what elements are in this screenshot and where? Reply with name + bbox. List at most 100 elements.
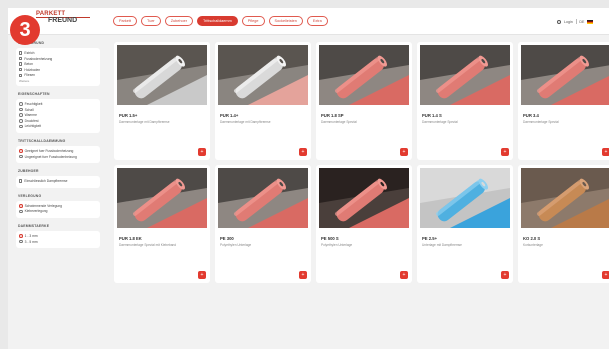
product-description: Daemmunterlage mit Dampfbremse [119,120,170,124]
filter-radio[interactable] [19,209,23,214]
filter-radio[interactable] [19,234,23,238]
filter-option[interactable]: Einschliesslich Dampfbremse [19,179,97,183]
product-image[interactable] [117,45,207,105]
add-to-cart-button[interactable]: + [299,271,307,279]
add-to-cart-button[interactable]: + [602,271,609,279]
product-name[interactable]: PUR 1.5+ [119,113,137,118]
add-to-cart-button[interactable]: + [299,148,307,156]
product-name[interactable]: PUR 3.4 [523,113,539,118]
product-card[interactable]: PUR 1.8 EK Daemmunterlage Spezial mit Kle… [114,165,210,283]
product-description: Daemmunterlage Spezial [422,120,458,124]
product-image[interactable] [521,45,609,105]
filter-option[interactable]: Druckfest [19,119,97,123]
filter-checkbox[interactable] [19,62,23,66]
filter-checkbox[interactable] [19,73,23,78]
show-more-link[interactable]: Weitere [19,79,97,83]
filter-checkbox[interactable] [19,56,23,61]
product-image[interactable] [420,168,510,228]
product-name[interactable]: PUR 1.8 SP [321,113,344,118]
product-image[interactable] [319,168,409,228]
nav-tab-extra[interactable]: Extra [306,16,328,26]
product-card[interactable]: PUR 1.4+ Daemmunterlage mit Dampfbremse + [215,42,311,160]
product-card[interactable]: PE 500 S Polyethylen Unterlage + [316,165,412,283]
filter-option[interactable]: 3 - 5 mm [19,240,97,244]
product-image[interactable] [117,168,207,228]
filter-option[interactable]: Fussbodenheizung [19,57,97,61]
login-link[interactable]: Login [564,20,573,24]
add-to-cart-button[interactable]: + [198,271,206,279]
product-image[interactable] [420,45,510,105]
product-card[interactable]: PE 2.5+ Unterlage mit Dampfbremse + [417,165,513,283]
header-account-area: Login DE [557,19,594,24]
filter-option[interactable]: Schall [19,108,97,112]
flag-de-icon[interactable] [587,19,594,24]
filter-option[interactable]: Leichtigkeit [19,124,97,128]
filter-option-label: Leichtigkeit [24,124,42,129]
filter-radio[interactable] [19,102,23,106]
nav-tab-parkett[interactable]: Parkett [113,16,138,26]
product-photo [117,45,207,105]
filter-checkbox[interactable] [19,179,23,183]
filter-option-label: Holzboden [24,67,41,72]
product-name[interactable]: PUR 1.8 EK [119,236,142,241]
product-card[interactable]: PUR 1.5+ Daemmunterlage mit Dampfbremse + [114,42,210,160]
add-to-cart-button[interactable]: + [602,148,609,156]
logo-text-bottom: FREUND [48,17,78,24]
filter-radio[interactable] [19,124,23,129]
add-to-cart-button[interactable]: + [198,148,206,156]
add-to-cart-button[interactable]: + [400,148,408,156]
add-to-cart-button[interactable]: + [501,148,509,156]
filter-radio[interactable] [19,113,23,117]
product-name[interactable]: PUR 1.4 S [422,113,442,118]
product-image[interactable] [319,45,409,105]
product-card[interactable]: KO 2.0 S Korkunterlage + [518,165,609,283]
filter-option-label: Einschliesslich Dampfbremse [24,179,68,184]
filter-option[interactable]: 1 - 3 mm [19,234,97,238]
filter-option-label: Schwimmende Verlegung [24,203,62,208]
filter-option[interactable]: Holzboden [19,68,97,72]
filter-checkbox[interactable] [19,51,23,55]
nav-tab-trittschall[interactable]: Trittschalldaemm [196,16,238,26]
filter-option[interactable]: Ungeeignet fuer Fussbodenheizung [19,155,97,159]
product-image[interactable] [521,168,609,228]
product-card[interactable]: PE 300 Polyethylen Unterlage + [215,165,311,283]
filter-radio[interactable] [19,239,23,244]
product-description: Daemmunterlage Spezial [321,120,357,124]
filter-radio[interactable] [19,203,23,208]
filter-option-label: Geeignet fuer Fussbodenheizung [24,148,74,153]
filter-checkbox[interactable] [19,68,23,72]
product-card[interactable]: PUR 3.4 Daemmunterlage Spezial + [518,42,609,160]
product-description: Korkunterlage [523,243,543,247]
filter-radio[interactable] [19,107,23,112]
product-name[interactable]: PE 2.5+ [422,236,437,241]
product-card[interactable]: PUR 1.8 SP Daemmunterlage Spezial + [316,42,412,160]
filter-option[interactable]: Estrich [19,51,97,55]
add-to-cart-button[interactable]: + [501,271,509,279]
filter-option[interactable]: Fliesen [19,73,97,77]
product-image[interactable] [218,168,308,228]
user-icon[interactable] [557,19,561,24]
nav-tab-sockelleisten[interactable]: Sockelleisten [268,16,303,26]
filter-radio[interactable] [19,118,23,123]
product-name[interactable]: PE 300 [220,236,234,241]
filter-option[interactable]: Feuchtigkeit [19,102,97,106]
product-name[interactable]: PUR 1.4+ [220,113,238,118]
product-photo [319,45,409,105]
filter-option[interactable]: Geeignet fuer Fussbodenheizung [19,149,97,153]
filter-option[interactable]: Klebeverlegung [19,209,97,213]
nav-tab-zubehoer[interactable]: Zubehoer [164,16,193,26]
product-name[interactable]: PE 500 S [321,236,339,241]
nav-tab-pflege[interactable]: Pflege [241,16,265,26]
product-name[interactable]: KO 2.0 S [523,236,540,241]
nav-tab-tuer[interactable]: Tuer [141,16,161,26]
filter-option-label: Beton [24,62,34,67]
filter-radio[interactable] [19,154,23,159]
filter-option[interactable]: Schwimmende Verlegung [19,204,97,208]
filter-option[interactable]: Waerme [19,113,97,117]
add-to-cart-button[interactable]: + [400,271,408,279]
language-label[interactable]: DE [579,20,584,24]
filter-radio[interactable] [19,149,23,153]
product-image[interactable] [218,45,308,105]
filter-option[interactable]: Beton [19,62,97,66]
product-card[interactable]: PUR 1.4 S Daemmunterlage Spezial + [417,42,513,160]
